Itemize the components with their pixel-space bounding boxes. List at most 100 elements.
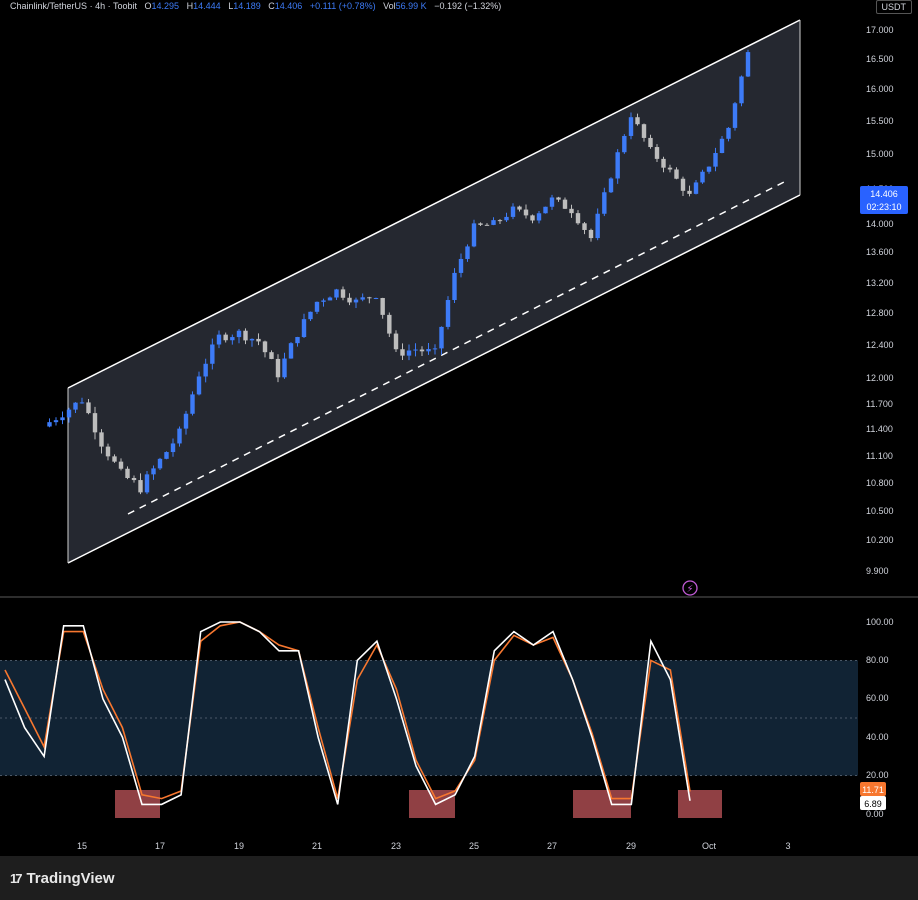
price-axis-label: 13.600 <box>866 247 894 257</box>
candle-body <box>419 349 425 352</box>
candle-body <box>726 127 731 139</box>
candle-body <box>517 206 522 210</box>
candle-body <box>648 137 653 148</box>
candle-body <box>497 220 503 222</box>
candle-body <box>249 338 255 341</box>
candle-body <box>190 394 195 414</box>
candle-body <box>530 215 535 221</box>
time-axis-label: 19 <box>234 841 244 851</box>
oversold-highlight-box <box>678 790 722 818</box>
candle-body <box>288 343 294 359</box>
candle-body <box>452 272 457 301</box>
candle-body <box>745 52 751 77</box>
time-axis-label: 27 <box>547 841 557 851</box>
time-axis-label: 25 <box>469 841 479 851</box>
candle-body <box>523 209 529 216</box>
candle-body <box>105 446 111 457</box>
candle-body <box>92 413 98 433</box>
candle-body <box>406 350 412 356</box>
candle-body <box>536 213 542 221</box>
last-price-tag: 14.406 02:23:10 <box>860 186 908 214</box>
chart-canvas[interactable]: 17.00016.50016.00015.50015.00014.50014.0… <box>0 0 918 856</box>
stoch-axis-label: 80.00 <box>866 655 889 665</box>
candle-body <box>79 402 85 404</box>
stoch-axis-label: 60.00 <box>866 693 889 703</box>
candle-body <box>210 344 215 364</box>
candle-body <box>144 474 150 493</box>
stoch-axis-label: 20.00 <box>866 770 889 780</box>
candle-body <box>458 258 464 273</box>
candle-body <box>622 135 627 153</box>
candle-body <box>661 158 666 168</box>
candle-body <box>203 363 208 377</box>
candle-body <box>445 300 451 327</box>
candle-body <box>295 337 300 344</box>
time-axis-label: Oct <box>702 841 717 851</box>
candle-body <box>478 223 483 225</box>
price-axis-label: 16.500 <box>866 54 894 64</box>
price-axis-label: 15.000 <box>866 149 894 159</box>
candle-body <box>236 330 242 338</box>
candle-body <box>66 409 72 418</box>
candle-body <box>549 197 555 207</box>
candle-body <box>628 117 634 136</box>
candle-body <box>687 190 692 194</box>
price-axis-label: 9.900 <box>866 566 889 576</box>
stoch-axis-label: 100.00 <box>866 617 894 627</box>
price-channel-fill <box>68 20 800 563</box>
candle-body <box>230 337 235 341</box>
candle-body <box>575 213 581 224</box>
candle-body <box>353 299 359 303</box>
candle-body <box>86 402 91 414</box>
candle-body <box>635 117 640 125</box>
candle-body <box>562 199 568 209</box>
price-axis-label: 11.700 <box>866 399 893 409</box>
countdown-value: 02:23:10 <box>866 202 901 212</box>
candle-body <box>170 443 176 453</box>
tradingview-logo[interactable]: 17 TradingView <box>10 870 115 887</box>
candle-body <box>275 358 281 378</box>
candle-body <box>157 458 163 469</box>
candle-body <box>588 229 594 239</box>
candle-body <box>347 297 352 303</box>
price-axis-label: 17.000 <box>866 25 894 35</box>
candle-body <box>491 220 496 225</box>
candle-body <box>334 289 339 298</box>
price-axis-label: 16.000 <box>866 84 894 94</box>
stoch-d-tag: 11.71 <box>860 782 886 796</box>
candle-body <box>432 348 438 350</box>
lightning-icon[interactable]: ⚡ <box>682 580 698 596</box>
time-axis-label: 29 <box>626 841 636 851</box>
candle-body <box>164 452 169 459</box>
candle-body <box>426 349 431 352</box>
price-axis-label: 12.800 <box>866 308 894 318</box>
candle-body <box>674 169 679 179</box>
price-panel[interactable] <box>47 19 801 564</box>
candle-body <box>308 311 313 320</box>
candle-body <box>269 352 274 359</box>
footer-bar: 17 TradingView <box>0 856 918 900</box>
price-axis-label: 11.400 <box>866 424 893 434</box>
price-axis-label: 15.500 <box>866 116 894 126</box>
candle-body <box>73 402 78 410</box>
last-price-value: 14.406 <box>870 189 898 199</box>
candle-body <box>112 456 117 462</box>
candle-body <box>602 192 607 214</box>
candle-body <box>732 103 738 128</box>
stoch-axis-label: 40.00 <box>866 732 889 742</box>
candle-body <box>47 422 52 427</box>
stoch-rsi-panel[interactable] <box>0 621 858 818</box>
candle-body <box>641 124 647 138</box>
candle-body <box>262 341 268 353</box>
candle-body <box>569 208 574 214</box>
stoch-k-tag: 6.89 <box>860 796 886 810</box>
candle-body <box>373 298 379 300</box>
candle-body <box>700 171 705 183</box>
time-axis-label: 23 <box>391 841 401 851</box>
candle-body <box>413 349 418 351</box>
time-axis-label: 17 <box>155 841 165 851</box>
svg-text:⚡: ⚡ <box>686 584 693 595</box>
candle-body <box>223 334 228 341</box>
stoch-k-value: 6.89 <box>864 799 882 809</box>
candle-body <box>327 297 333 301</box>
